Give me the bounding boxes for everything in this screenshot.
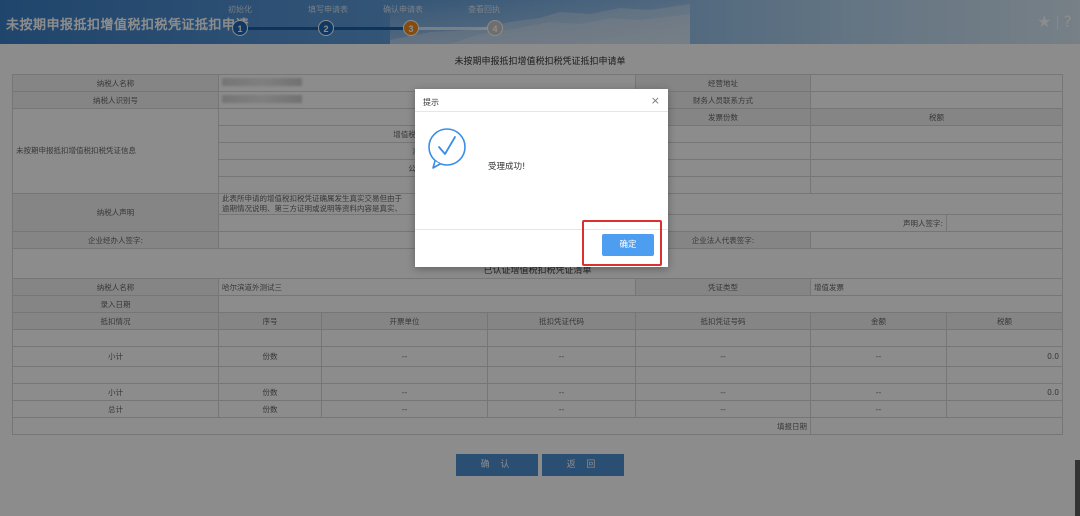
highlight-annotation — [582, 220, 662, 266]
dialog-message: 受理成功! — [488, 162, 526, 172]
side-edge-tab — [1075, 460, 1080, 516]
close-icon[interactable]: × — [651, 94, 660, 107]
dialog-title: 提示 — [423, 98, 439, 107]
dialog-divider — [415, 111, 668, 112]
success-check-icon — [428, 128, 466, 169]
